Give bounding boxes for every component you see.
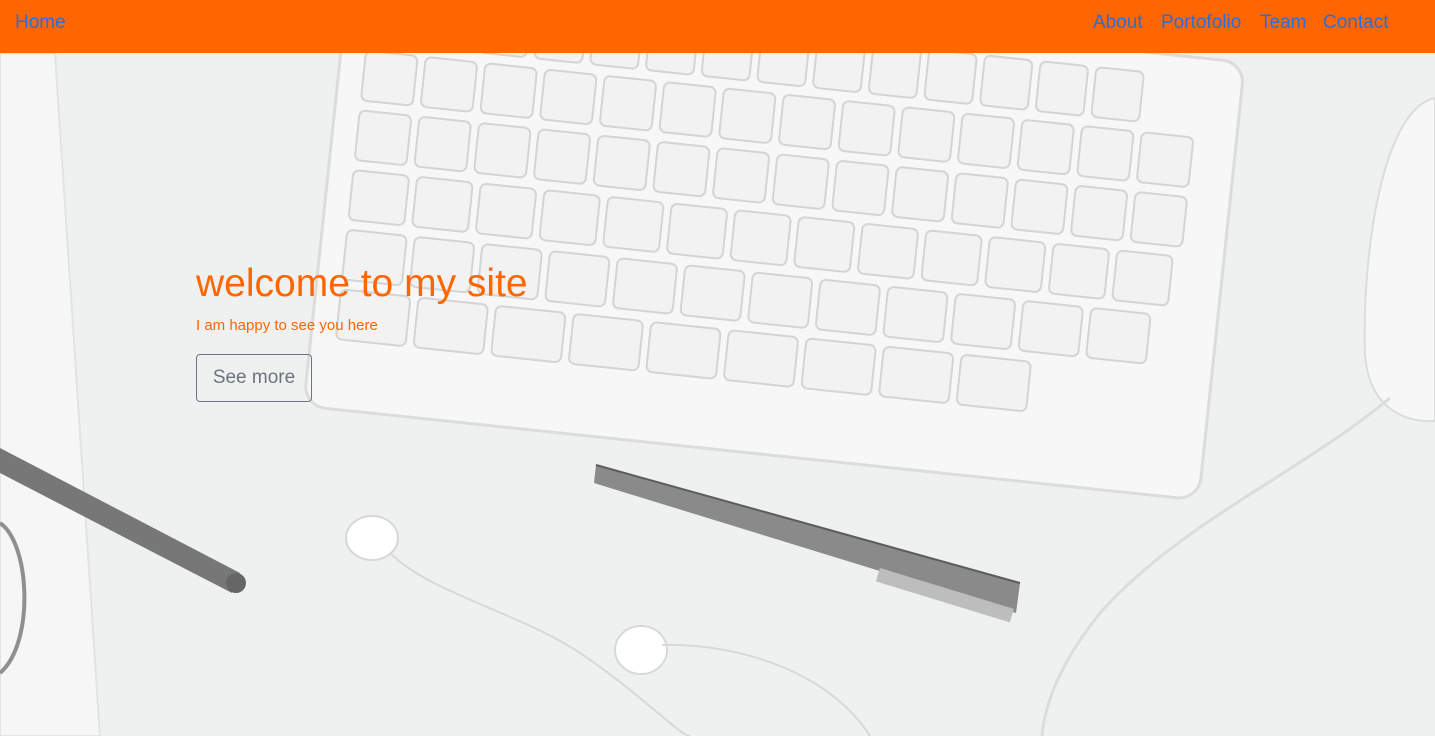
keyboard-key (645, 53, 699, 76)
keyboard-key (955, 354, 1032, 412)
keyboard-key (679, 264, 746, 322)
keyboard-key (1136, 131, 1194, 188)
keyboard-key (612, 257, 678, 315)
keyboard-key (831, 160, 890, 217)
keyboard-key (1035, 60, 1089, 117)
keyboard-key (729, 209, 792, 267)
keyboard-key (1090, 66, 1145, 123)
see-more-button[interactable]: See more (196, 354, 312, 402)
keyboard-key (544, 250, 611, 308)
keyboard-key (347, 169, 410, 226)
keyboard-key (420, 56, 478, 113)
keyboard-key (568, 313, 644, 372)
keyboard-key (882, 286, 949, 343)
keyboard-key (891, 166, 949, 223)
keyboard-key (950, 293, 1016, 350)
nav-team-link[interactable]: Team (1260, 12, 1306, 34)
keyboard-key (920, 229, 983, 287)
keyboard-key (479, 62, 538, 119)
keyboard-key (857, 223, 919, 280)
keyboard-key (1017, 300, 1084, 358)
keyboard-key (360, 53, 419, 107)
keyboard-key (1016, 119, 1075, 176)
keyboard-key (778, 94, 836, 151)
keyboard-key (592, 134, 651, 191)
keyboard-key (700, 53, 755, 82)
keyboard-key (837, 100, 896, 157)
keyboard-key (1070, 185, 1128, 242)
keyboard-key (599, 75, 657, 132)
keyboard-key (984, 236, 1047, 293)
keyboard-key (354, 109, 412, 166)
keyboard-key (411, 176, 474, 233)
keyboard-key (867, 53, 922, 99)
keyboard-key (793, 216, 856, 273)
keyboard-key (652, 141, 711, 198)
keyboard-key (413, 116, 472, 173)
keyboard-key (800, 337, 877, 396)
keyboard-key (979, 54, 1034, 111)
nav-contact-link[interactable]: Contact (1323, 12, 1388, 34)
nav-home-link[interactable]: Home (15, 12, 66, 34)
keyboard-key (878, 345, 955, 404)
nav-portfolio-link[interactable]: Portofolio (1161, 12, 1241, 34)
keyboard-key (533, 128, 591, 185)
keyboard-key (658, 81, 717, 138)
hero-subtitle: I am happy to see you here (196, 317, 378, 334)
keyboard-key (475, 182, 537, 240)
keyboard-key (1129, 191, 1188, 248)
keyboard-key (1111, 249, 1174, 307)
top-navbar: Home About Portofolio Team Contact (0, 0, 1435, 53)
keyboard-key (666, 202, 728, 260)
keyboard-key (1085, 307, 1152, 365)
keyboard-key (812, 53, 867, 93)
pen-image (594, 464, 1021, 623)
keyboard-key (645, 321, 722, 380)
keyboard-key (923, 53, 978, 105)
keyboard-key (723, 329, 799, 388)
keyboard-key (539, 69, 598, 125)
keyboard-key (718, 87, 777, 144)
keyboard-key (756, 53, 811, 88)
keyboard-key (1076, 125, 1135, 182)
keyboard-key (602, 196, 665, 253)
nav-about-link[interactable]: About (1093, 12, 1143, 34)
keyboard-key (1048, 243, 1110, 300)
keyboard-key (712, 147, 770, 204)
hero-section: welcome to my site I am happy to see you… (0, 53, 1435, 736)
earphones-image (345, 515, 871, 736)
keyboard-key (957, 112, 1015, 169)
keyboard-key (747, 271, 814, 329)
keyboard-key (473, 122, 532, 179)
keyboard-key (490, 305, 567, 364)
keyboard-key (538, 189, 601, 247)
hero-title: welcome to my site (196, 262, 528, 305)
keyboard-key (771, 153, 830, 210)
keyboard-key (815, 278, 881, 336)
keyboard-key (950, 172, 1009, 229)
keyboard-key (897, 106, 956, 163)
keyboard-key (1010, 178, 1069, 235)
